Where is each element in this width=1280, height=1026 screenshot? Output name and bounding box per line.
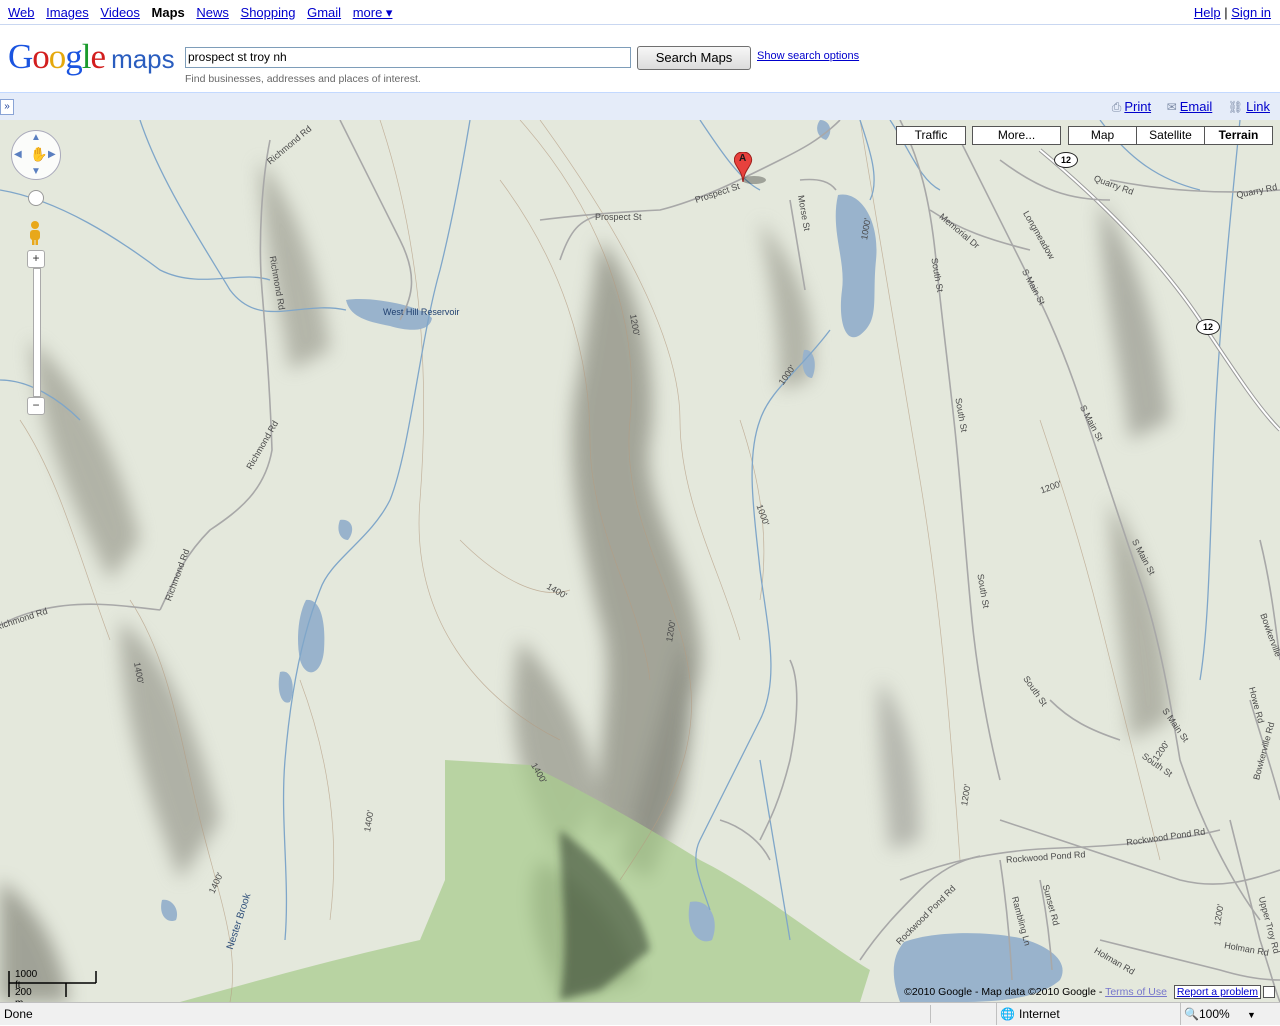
label-prospect-st: Prospect St [595,212,642,222]
route-12-shield-east: 12 [1196,319,1220,335]
nav-shopping-link[interactable]: Shopping [241,5,296,20]
security-zone: 🌐 Internet [996,1003,1060,1025]
zoom-control: + − [27,190,45,415]
envelope-icon: ✉ [1166,100,1177,114]
map-copyright: ©2010 Google - Map data ©2010 Google - T… [904,985,1275,999]
map-actions: ⎙ Print ✉ Email ⛓ Link [1100,99,1270,115]
collapse-panel-button[interactable]: » [0,99,14,115]
search-hint: Find businesses, addresses and places of… [185,73,421,85]
terrain-map-layer [0,120,1280,1002]
pan-control[interactable]: ▲ ▼ ◀ ▶ ✋ [11,130,61,180]
search-maps-button[interactable]: Search Maps [637,46,751,70]
zoom-slider-track[interactable] [33,268,41,397]
nav-web-link[interactable]: Web [8,5,35,20]
printer-icon: ⎙ [1111,100,1122,114]
map-type-terrain-button[interactable]: Terrain [1204,126,1273,145]
pan-left-icon[interactable]: ◀ [14,149,22,160]
magnifier-icon: 🔍 [1184,1007,1199,1021]
map-toolbar: » ⎙ Print ✉ Email ⛓ Link [0,92,1280,120]
google-maps-logo[interactable]: Google maps [8,37,175,77]
show-search-options-link[interactable]: Show search options [757,50,859,62]
overview-map-toggle-icon[interactable] [1263,986,1275,999]
email-link[interactable]: Email [1180,99,1213,114]
zoom-level-label: 100% [1199,1007,1230,1021]
report-problem-link[interactable]: Report a problem [1173,985,1261,999]
route-12-shield-north: 12 [1054,152,1078,168]
more-layers-button[interactable]: More... [972,126,1061,145]
status-divider [930,1005,931,1023]
nav-videos-link[interactable]: Videos [100,5,140,20]
map-type-satellite-button[interactable]: Satellite [1136,126,1205,145]
location-marker-a[interactable]: A [733,151,774,189]
security-zone-label: Internet [1019,1007,1060,1021]
map-type-map-button[interactable]: Map [1068,126,1137,145]
hand-icon[interactable]: ✋ [30,146,47,163]
pan-up-icon[interactable]: ▲ [31,132,41,143]
help-link[interactable]: Help [1194,5,1221,20]
traffic-button[interactable]: Traffic [896,126,966,145]
zoom-dropdown-icon[interactable]: ▼ [1247,1010,1256,1020]
zoom-level[interactable]: 🔍 100% ▼ [1180,1003,1256,1025]
map-canvas[interactable]: Richmond Rd Richmond Rd Richmond Rd Rich… [0,120,1280,1002]
marker-label: A [739,153,747,164]
scale-meters: 200 m [15,987,32,1002]
zoom-in-button[interactable]: + [27,250,45,268]
zoom-out-button[interactable]: − [27,397,45,415]
print-link[interactable]: Print [1124,99,1151,114]
product-links: Web Images Videos Maps News Shopping Gma… [8,5,400,21]
label-west-hill-reservoir: West Hill Reservoir [383,307,460,317]
terms-of-use-link[interactable]: Terms of Use [1105,986,1167,998]
sign-in-link[interactable]: Sign in [1231,5,1271,20]
top-navigation: Web Images Videos Maps News Shopping Gma… [0,0,1280,25]
chain-link-icon: ⛓ [1227,100,1244,114]
globe-icon: 🌐 [1000,1007,1015,1021]
nav-news-link[interactable]: News [196,5,229,20]
pan-right-icon[interactable]: ▶ [48,149,56,160]
status-text: Done [4,1007,33,1021]
nav-gmail-link[interactable]: Gmail [307,5,341,20]
link-link[interactable]: Link [1246,99,1270,114]
nav-images-link[interactable]: Images [46,5,89,20]
search-input[interactable]: prospect st troy nh [185,47,631,68]
account-links: Help | Sign in [1193,5,1271,20]
pan-down-icon[interactable]: ▼ [31,166,41,177]
browser-status-bar: Done 🌐 Internet 🔍 100% ▼ [0,1002,1280,1025]
nav-maps-current: Maps [151,5,185,20]
copyright-text: ©2010 Google - Map data ©2010 Google - [904,986,1106,998]
nav-more-link[interactable]: more ▾ [353,5,393,20]
street-view-pegman-icon[interactable] [27,220,43,246]
